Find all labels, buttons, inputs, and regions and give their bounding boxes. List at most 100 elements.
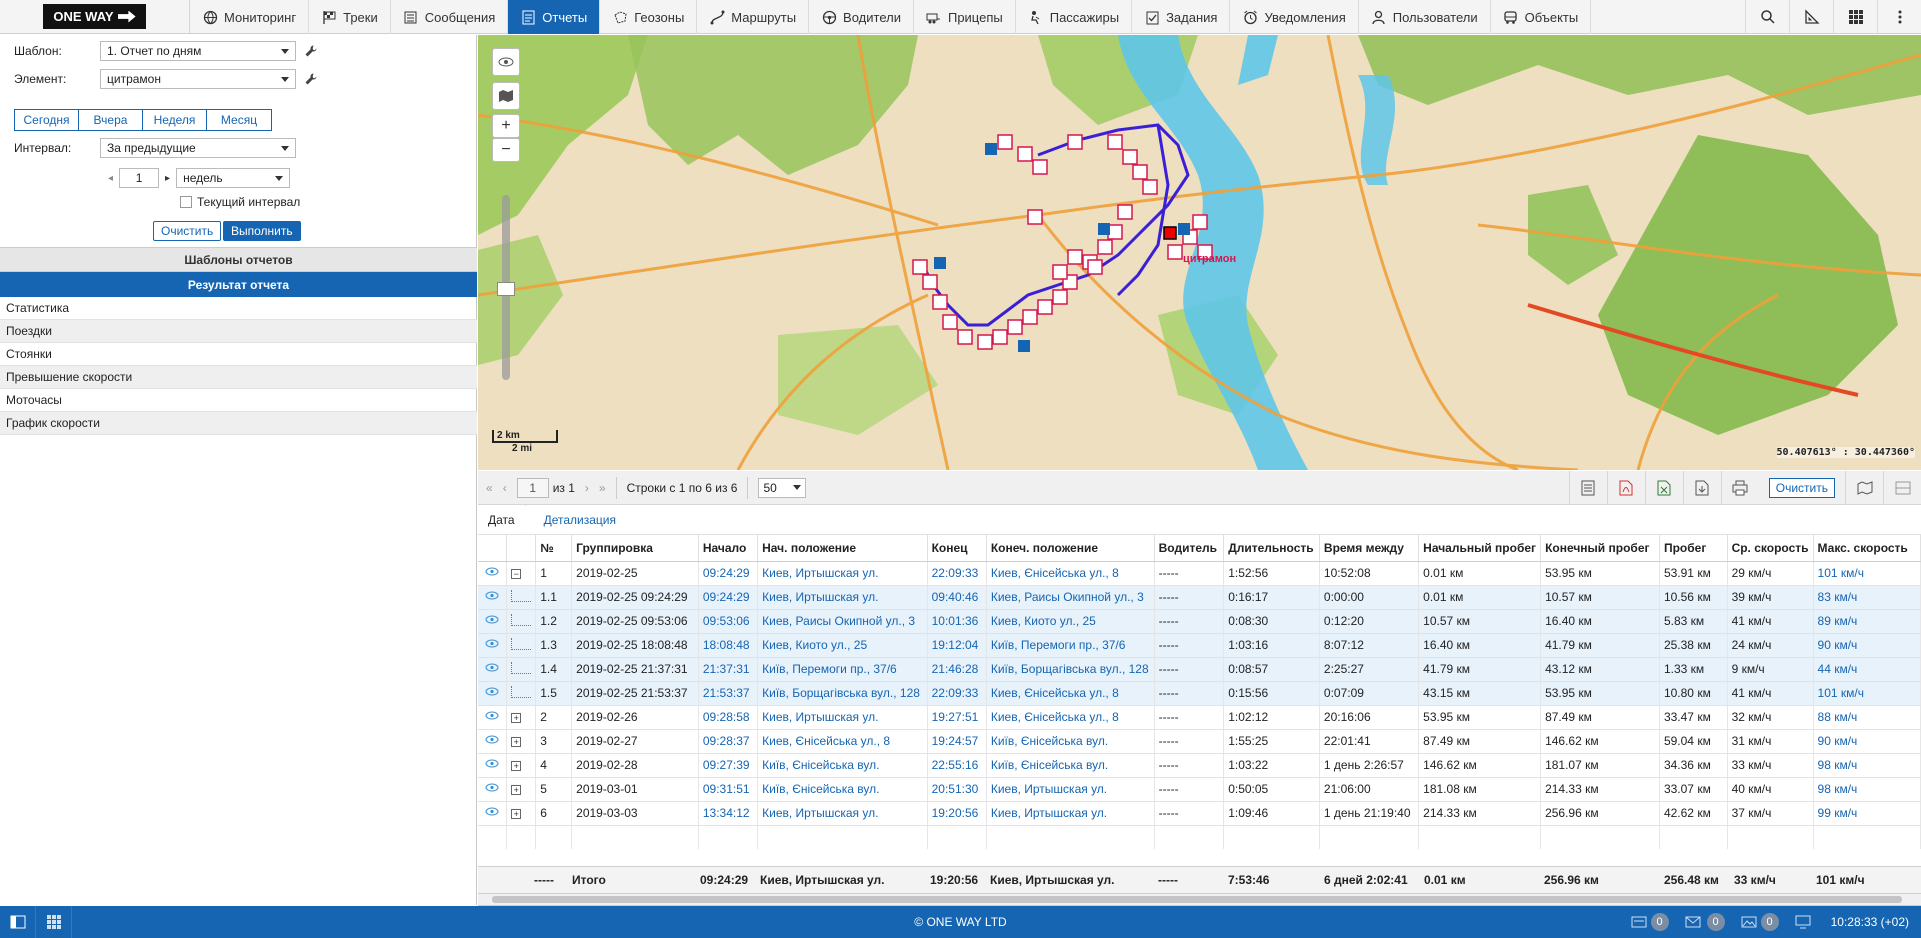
cell-start-location[interactable]: Киев, Иртышская ул. — [757, 561, 928, 586]
column-header-end[interactable]: Конец — [927, 535, 987, 562]
nav-item-5[interactable]: Маршруты — [697, 0, 810, 34]
cell-end-time[interactable]: 22:09:33 — [927, 561, 987, 586]
apps-button[interactable] — [1833, 0, 1877, 33]
horizontal-scrollbar[interactable] — [478, 894, 1921, 906]
cell-start-location[interactable]: Київ, Перемоги пр., 37/6 — [757, 657, 928, 682]
cell-end-time[interactable]: 09:40:46 — [927, 585, 987, 610]
period-month[interactable]: Месяц — [207, 110, 271, 130]
apps-grid-button[interactable] — [36, 906, 72, 938]
cell-start-location[interactable]: Киев, Киото ул., 25 — [757, 633, 928, 658]
cell-start-time[interactable]: 09:31:51 — [698, 777, 759, 802]
show-on-map-cell[interactable] — [478, 561, 508, 586]
notifications-counter[interactable]: 0 — [1733, 906, 1787, 938]
map-view[interactable]: цитрамон + − 2 km 2 mi 50.407613° : 30.4… — [478, 35, 1921, 470]
nav-item-2[interactable]: Сообщения — [391, 0, 509, 34]
column-header-start-odometer[interactable]: Начальный пробег — [1418, 535, 1542, 562]
nav-item-7[interactable]: Прицепы — [914, 0, 1016, 34]
cell-end-location[interactable]: Київ, Єнісейська вул. — [986, 729, 1155, 754]
column-header-mileage[interactable]: Пробег — [1659, 535, 1728, 562]
zoom-out-button[interactable]: − — [492, 138, 520, 162]
show-on-map-cell[interactable] — [478, 633, 508, 658]
map-layout-button[interactable] — [1845, 470, 1883, 505]
cell-max-speed[interactable]: 83 км/ч — [1813, 585, 1921, 610]
cell-end-time[interactable]: 10:01:36 — [927, 609, 987, 634]
export-pdf-button[interactable] — [1606, 470, 1645, 505]
nav-item-1[interactable]: Треки — [309, 0, 391, 34]
show-on-map-cell[interactable] — [478, 609, 508, 634]
table-row[interactable]: +4 2019-02-28 09:27:39 Київ, Єнісейська вул… — [478, 753, 1921, 778]
print-button[interactable] — [1720, 470, 1759, 505]
cell-end-time[interactable]: 20:51:30 — [927, 777, 987, 802]
cell-end-time[interactable]: 19:20:56 — [927, 801, 987, 826]
first-page-icon[interactable]: « — [486, 481, 493, 495]
cell-start-time[interactable]: 18:08:48 — [698, 633, 759, 658]
logo[interactable]: ONE WAY — [0, 0, 190, 33]
nav-item-12[interactable]: Объекты — [1491, 0, 1592, 34]
expand-toggle[interactable]: + — [506, 777, 537, 802]
column-header-duration[interactable]: Длительность — [1223, 535, 1320, 562]
table-row[interactable]: 1.5 2019-02-25 21:53:37 21:53:37 Київ, Борщ… — [478, 681, 1921, 706]
nav-item-8[interactable]: Пассажиры — [1016, 0, 1133, 34]
show-on-map-cell[interactable] — [478, 705, 508, 730]
chat-button[interactable] — [1787, 906, 1819, 938]
search-button[interactable] — [1745, 0, 1789, 33]
wrench-icon[interactable] — [304, 72, 318, 86]
events-counter[interactable]: 0 — [1623, 906, 1677, 938]
show-on-map-cell[interactable] — [478, 681, 508, 706]
cell-end-time[interactable]: 19:12:04 — [927, 633, 987, 658]
element-select[interactable]: цитрамон — [100, 69, 296, 89]
layers-visibility-button[interactable] — [492, 48, 520, 76]
cell-end-time[interactable]: 22:55:16 — [927, 753, 987, 778]
expand-toggle[interactable]: + — [506, 753, 537, 778]
table-layout-button[interactable] — [1883, 470, 1921, 505]
column-header-start[interactable]: Начало — [698, 535, 759, 562]
wrench-icon[interactable] — [304, 44, 318, 58]
measure-button[interactable] — [1789, 0, 1833, 33]
cell-end-time[interactable]: 22:09:33 — [927, 681, 987, 706]
show-on-map-cell[interactable] — [478, 585, 508, 610]
cell-end-location[interactable]: Киев, Иртышская ул. — [986, 801, 1155, 826]
column-header-driver[interactable]: Водитель — [1154, 535, 1225, 562]
map-layers-button[interactable] — [492, 82, 520, 110]
last-page-icon[interactable]: » — [599, 481, 606, 495]
clear-report-button[interactable]: Очистить — [1768, 477, 1835, 498]
column-header-max-speed[interactable]: Макс. скорость — [1813, 535, 1921, 562]
current-interval-checkbox[interactable] — [180, 196, 192, 208]
cell-start-location[interactable]: Київ, Єнісейська вул. — [757, 753, 928, 778]
cell-end-time[interactable]: 21:46:28 — [927, 657, 987, 682]
table-row[interactable]: +2 2019-02-26 09:28:58 Киев, Иртышская ул. 1… — [478, 705, 1921, 730]
cell-max-speed[interactable]: 101 км/ч — [1813, 681, 1921, 706]
cell-max-speed[interactable]: 98 км/ч — [1813, 777, 1921, 802]
result-item-engine-hours[interactable]: Моточасы — [0, 389, 477, 412]
cell-end-time[interactable]: 19:24:57 — [927, 729, 987, 754]
column-header-time-between[interactable]: Время между — [1319, 535, 1420, 562]
cell-end-location[interactable]: Київ, Єнісейська вул. — [986, 753, 1155, 778]
interval-count-input[interactable]: 1 — [119, 168, 160, 188]
nav-item-9[interactable]: Задания — [1132, 0, 1231, 34]
column-header-number[interactable]: № — [535, 535, 573, 562]
cell-end-location[interactable]: Київ, Перемоги пр., 37/6 — [986, 633, 1155, 658]
table-row[interactable]: 1.4 2019-02-25 21:37:31 21:37:31 Київ, Пере… — [478, 657, 1921, 682]
show-on-map-cell[interactable] — [478, 777, 508, 802]
table-row[interactable]: 1.1 2019-02-25 09:24:29 09:24:29 Киев, Ирты… — [478, 585, 1921, 610]
period-week[interactable]: Неделя — [143, 110, 207, 130]
cell-start-location[interactable]: Київ, Борщагівська вул., 128 — [757, 681, 928, 706]
increment-arrow-icon[interactable]: ▸ — [165, 173, 170, 184]
clear-button[interactable]: Очистить — [153, 221, 222, 241]
scrollbar-thumb[interactable] — [492, 896, 1902, 903]
next-page-icon[interactable]: › — [585, 481, 589, 495]
period-today[interactable]: Сегодня — [15, 110, 79, 130]
cell-start-time[interactable]: 09:27:39 — [698, 753, 759, 778]
panel-toggle-button[interactable] — [0, 906, 36, 938]
nav-item-10[interactable]: Уведомления — [1230, 0, 1359, 34]
cell-end-location[interactable]: Киев, Єнісейська ул., 8 — [986, 705, 1155, 730]
column-header-grouping[interactable]: Группировка — [571, 535, 699, 562]
zoom-slider-handle[interactable] — [497, 282, 515, 296]
cell-end-location[interactable]: Киев, Єнісейська ул., 8 — [986, 681, 1155, 706]
page-input[interactable]: 1 — [516, 477, 549, 498]
rows-per-page-select[interactable]: 50 — [758, 477, 807, 498]
decrement-arrow-icon[interactable]: ◂ — [108, 173, 113, 184]
show-on-map-cell[interactable] — [478, 657, 508, 682]
result-item-speeding[interactable]: Превышение скорости — [0, 366, 477, 389]
cell-max-speed[interactable]: 89 км/ч — [1813, 609, 1921, 634]
